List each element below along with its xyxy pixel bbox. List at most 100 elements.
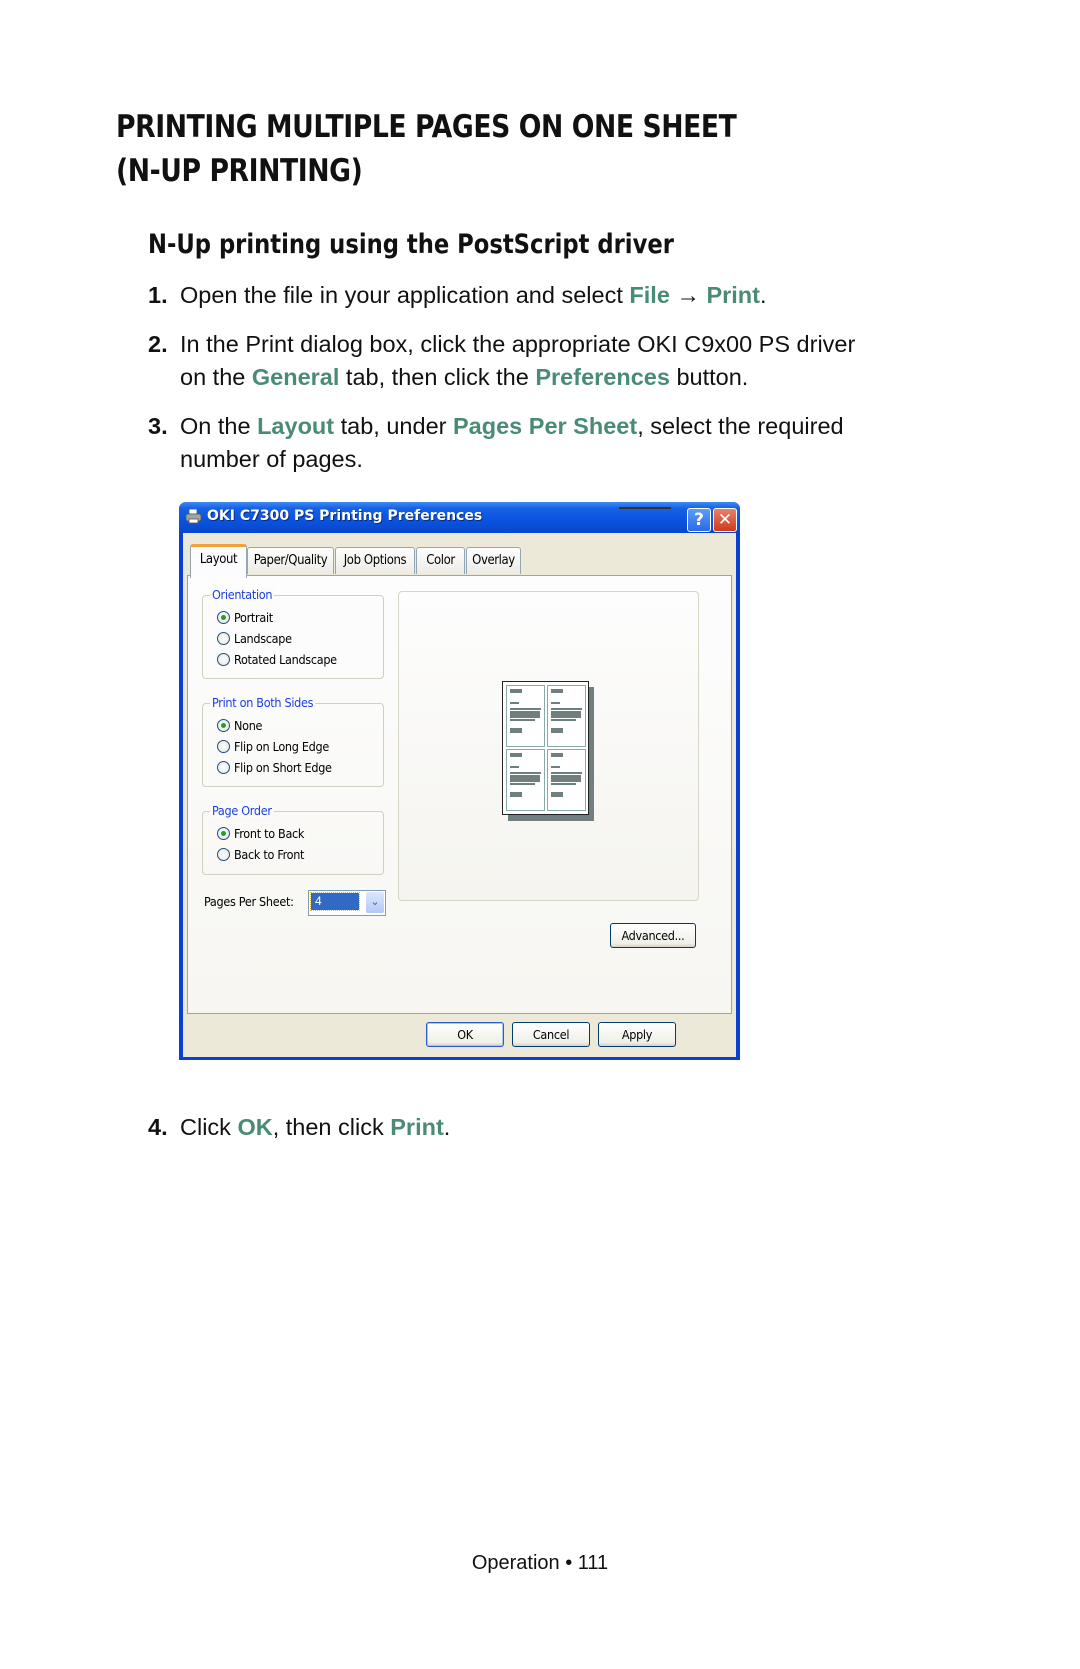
help-button[interactable]: ? — [687, 508, 711, 532]
radio-button[interactable] — [217, 848, 230, 861]
step-number: 3. — [148, 413, 168, 439]
pages-per-sheet-value: 4 — [310, 892, 360, 911]
radio-button-selected[interactable] — [217, 611, 230, 624]
radio-flip-long-edge[interactable]: Flip on Long Edge — [217, 739, 329, 759]
step-text: Open the file in your application and se… — [180, 282, 630, 308]
pages-per-sheet-label: Pages Per Sheet: — [204, 894, 294, 909]
orientation-label: Orientation — [210, 587, 275, 602]
step-1: 1. Open the file in your application and … — [148, 279, 767, 312]
step-text: Click — [180, 1114, 238, 1140]
preview-text-line — [510, 719, 535, 721]
tab-reference-general: General — [251, 364, 340, 390]
section-heading: N-Up printing using the PostScript drive… — [148, 229, 674, 260]
tab-job-options[interactable]: Job Options — [335, 547, 415, 574]
radio-label: Flip on Short Edge — [234, 760, 332, 775]
step-number: 4. — [148, 1114, 168, 1140]
button-reference-preferences: Preferences — [535, 364, 670, 390]
close-button[interactable]: ✕ — [713, 508, 737, 532]
printer-icon — [185, 509, 202, 524]
titlebar-artifact — [619, 507, 671, 509]
page-order-label: Page Order — [210, 803, 274, 818]
radio-label: None — [234, 718, 263, 733]
radio-button-selected[interactable] — [217, 827, 230, 840]
pages-per-sheet-dropdown[interactable]: 4 ⌄ — [308, 890, 386, 916]
preview-mini-page — [547, 685, 586, 747]
step-text: On the — [180, 413, 258, 439]
menu-reference-print: Print — [706, 282, 760, 308]
preview-text-line — [551, 792, 563, 797]
preview-text-line — [510, 702, 519, 704]
step-3: 3. On the Layout tab, under Pages Per She… — [148, 410, 844, 476]
preview-text-line — [510, 772, 541, 774]
preview-text-line — [551, 711, 581, 718]
step-text: , select the required — [637, 413, 844, 439]
radio-none[interactable]: None — [217, 718, 262, 738]
tab-reference-layout: Layout — [257, 413, 335, 439]
preview-text-line — [551, 772, 582, 774]
tab-color[interactable]: Color — [416, 547, 465, 574]
printing-preferences-dialog: OKI C7300 PS Printing Preferences ? ✕ La… — [179, 502, 740, 1060]
layout-tab-panel: Orientation Portrait Landscape Rotated L… — [187, 575, 732, 1014]
radio-button[interactable] — [217, 632, 230, 645]
radio-front-to-back[interactable]: Front to Back — [217, 826, 304, 846]
preview-text-line — [551, 753, 563, 757]
step-text-end: . — [759, 282, 767, 308]
preview-text-line — [551, 775, 581, 782]
radio-portrait[interactable]: Portrait — [217, 610, 273, 630]
preview-text-line — [551, 708, 582, 710]
option-reference-pages-per-sheet: Pages Per Sheet — [453, 413, 638, 439]
radio-label: Portrait — [234, 610, 273, 625]
preview-text-line — [551, 766, 560, 768]
advanced-button[interactable]: Advanced... — [610, 923, 696, 948]
tab-layout[interactable]: Layout — [190, 544, 247, 578]
chevron-down-icon[interactable]: ⌄ — [366, 892, 384, 913]
preview-text-line — [551, 783, 576, 785]
preview-mini-page — [506, 685, 545, 747]
preview-text-line — [510, 775, 540, 782]
step-text: . — [443, 1114, 451, 1140]
menu-reference-file: File — [629, 282, 670, 308]
preview-text-line — [551, 719, 576, 721]
radio-landscape[interactable]: Landscape — [217, 631, 292, 651]
radio-label: Back to Front — [234, 847, 305, 862]
step-2: 2. In the Print dialog box, click the app… — [148, 328, 855, 394]
button-reference-ok: OK — [237, 1114, 273, 1140]
step-text: button. — [669, 364, 749, 390]
page-title-line-2: (N-UP PRINTING) — [116, 153, 363, 189]
step-text: on the — [180, 364, 252, 390]
step-text: , then click — [272, 1114, 391, 1140]
tab-paper-quality[interactable]: Paper/Quality — [247, 547, 334, 574]
page-order-group: Page Order Front to Back Back to Front — [202, 803, 384, 875]
preview-text-line — [510, 708, 541, 710]
radio-button[interactable] — [217, 740, 230, 753]
step-text: tab, then click the — [339, 364, 536, 390]
radio-button[interactable] — [217, 653, 230, 666]
orientation-group: Orientation Portrait Landscape Rotated L… — [202, 587, 384, 679]
apply-button[interactable]: Apply — [598, 1022, 676, 1047]
preview-text-line — [510, 766, 519, 768]
preview-text-line — [510, 783, 535, 785]
radio-flip-short-edge[interactable]: Flip on Short Edge — [217, 760, 332, 780]
page-title-line-1: PRINTING MULTIPLE PAGES ON ONE SHEET — [116, 109, 737, 145]
radio-rotated-landscape[interactable]: Rotated Landscape — [217, 652, 337, 672]
radio-back-to-front[interactable]: Back to Front — [217, 847, 304, 867]
radio-button[interactable] — [217, 761, 230, 774]
radio-button-selected[interactable] — [217, 719, 230, 732]
preview-text-line — [551, 702, 560, 704]
dialog-titlebar[interactable]: OKI C7300 PS Printing Preferences ? ✕ — [179, 502, 740, 533]
cancel-button[interactable]: Cancel — [512, 1022, 590, 1047]
preview-mini-page — [547, 749, 586, 811]
page-title: PRINTING MULTIPLE PAGES ON ONE SHEET (N-… — [116, 105, 737, 193]
step-text: tab, under — [334, 413, 453, 439]
step-number: 2. — [148, 331, 168, 357]
print-both-sides-label: Print on Both Sides — [210, 695, 316, 710]
step-text: In the Print dialog box, click the appro… — [180, 331, 856, 357]
tab-overlay[interactable]: Overlay — [466, 547, 521, 574]
button-reference-print: Print — [390, 1114, 444, 1140]
radio-label: Rotated Landscape — [234, 652, 337, 667]
dialog-title: OKI C7300 PS Printing Preferences — [207, 508, 483, 524]
preview-text-line — [510, 728, 522, 733]
radio-label: Flip on Long Edge — [234, 739, 329, 754]
ok-button[interactable]: OK — [426, 1022, 504, 1047]
preview-mini-page — [506, 749, 545, 811]
